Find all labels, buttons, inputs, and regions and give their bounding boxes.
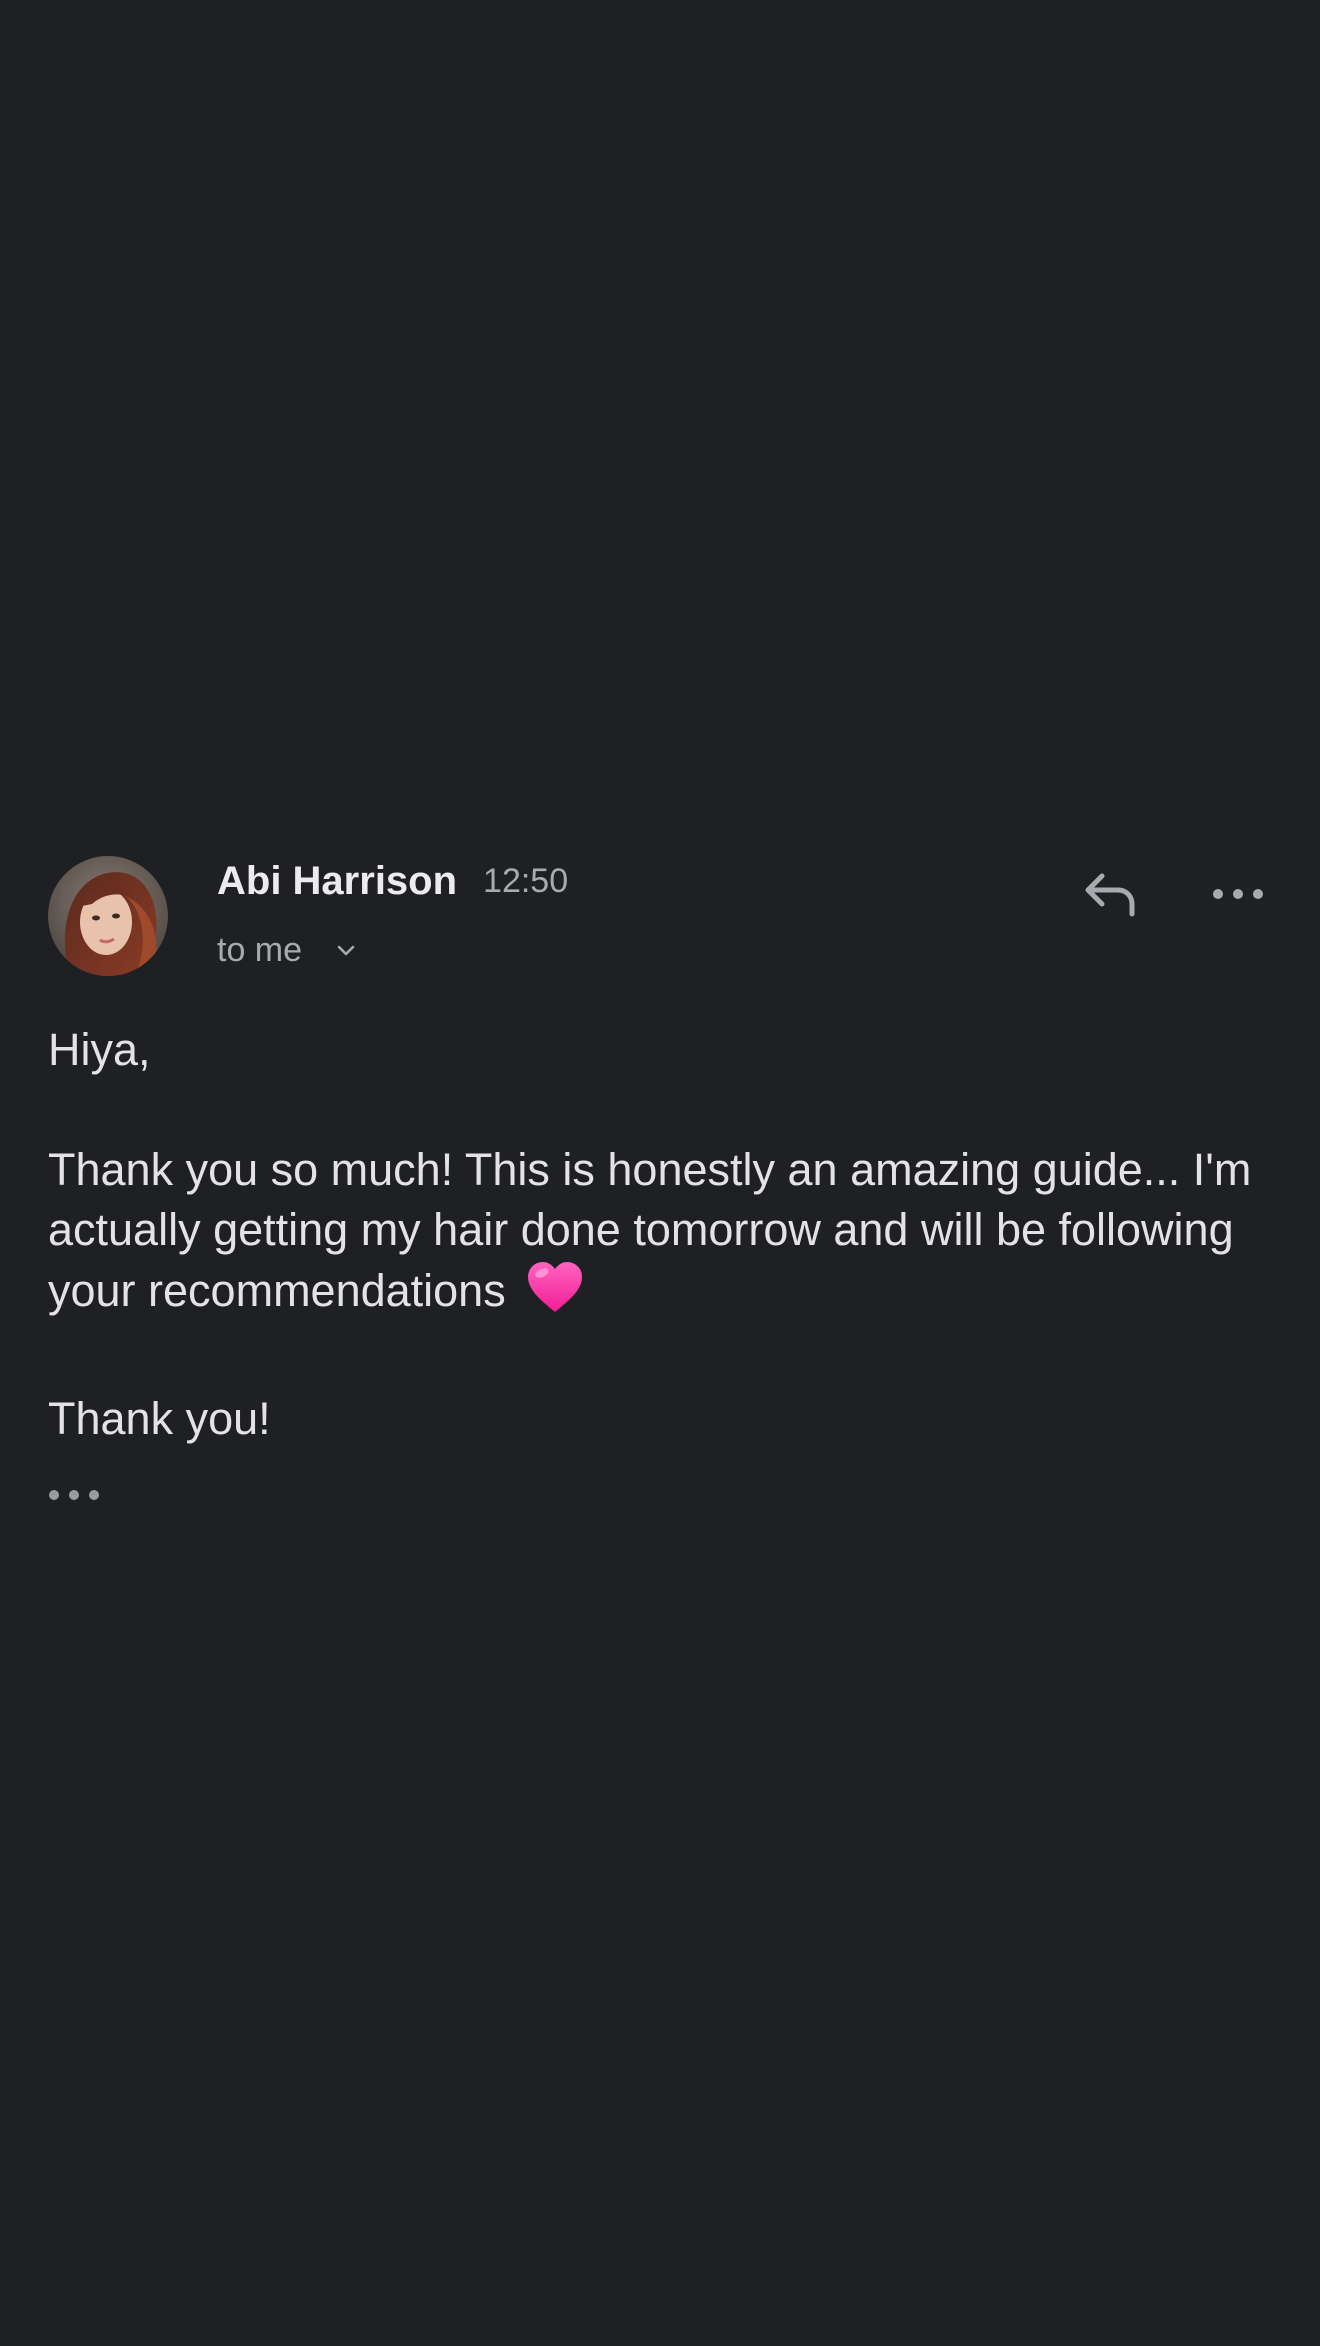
ellipsis-icon <box>48 1488 100 1507</box>
more-horizontal-icon <box>1212 887 1264 906</box>
reply-button[interactable] <box>1070 856 1150 936</box>
recipient-label: to me <box>217 930 303 969</box>
reply-icon <box>1082 870 1138 923</box>
message-paragraph: Thank you so much! This is honestly an a… <box>48 1140 1288 1329</box>
show-trimmed-content-button[interactable] <box>48 1482 108 1512</box>
sent-time: 12:50 <box>483 861 569 900</box>
message-text: Thank you so much! This is honestly an a… <box>48 1144 1252 1316</box>
email-header: Abi Harrison 12:50 to me <box>48 856 1280 980</box>
chevron-down-icon <box>334 938 358 962</box>
pink-heart-emoji <box>526 1260 584 1329</box>
sender-avatar[interactable] <box>48 856 168 976</box>
more-options-button[interactable] <box>1198 856 1278 936</box>
recipient-details-toggle[interactable]: to me <box>217 928 358 972</box>
closing-text: Thank you! <box>48 1393 271 1444</box>
sender-line: Abi Harrison 12:50 <box>217 856 568 906</box>
greeting-text: Hiya, <box>48 1024 151 1075</box>
email-body: Hiya, Thank you so much! This is honestl… <box>48 1020 1288 1449</box>
sender-name[interactable]: Abi Harrison <box>217 859 457 904</box>
